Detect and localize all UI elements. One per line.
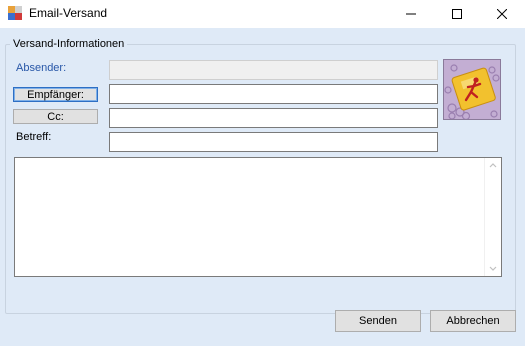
app-icon[interactable]: [8, 6, 22, 20]
close-icon: [497, 9, 507, 19]
send-button[interactable]: Senden: [335, 310, 421, 332]
cancel-button[interactable]: Abbrechen: [430, 310, 516, 332]
maximize-button[interactable]: [434, 0, 480, 28]
maximize-icon: [452, 9, 462, 19]
absender-field: [109, 60, 438, 80]
email-logo-icon: [443, 59, 501, 120]
dialog-body: Versand-Informationen Absender: Empfänge…: [0, 28, 525, 346]
absender-label: Absender:: [16, 62, 67, 74]
empfaenger-button[interactable]: Empfänger:: [13, 87, 98, 102]
betreff-field[interactable]: [109, 132, 438, 152]
group-title: Versand-Informationen: [10, 38, 128, 50]
vertical-scrollbar[interactable]: [484, 158, 501, 276]
close-button[interactable]: [479, 0, 525, 28]
scroll-up-icon[interactable]: [489, 162, 497, 168]
empfaenger-field[interactable]: [109, 84, 438, 104]
minimize-button[interactable]: [388, 0, 434, 28]
minimize-icon: [406, 13, 416, 15]
cc-field[interactable]: [109, 108, 438, 128]
scroll-down-icon[interactable]: [489, 266, 497, 272]
cc-button[interactable]: Cc:: [13, 109, 98, 124]
betreff-label: Betreff:: [16, 131, 52, 143]
title-bar: Email-Versand: [0, 0, 525, 28]
window-title: Email-Versand: [29, 6, 108, 20]
message-body-textarea[interactable]: [14, 157, 502, 277]
